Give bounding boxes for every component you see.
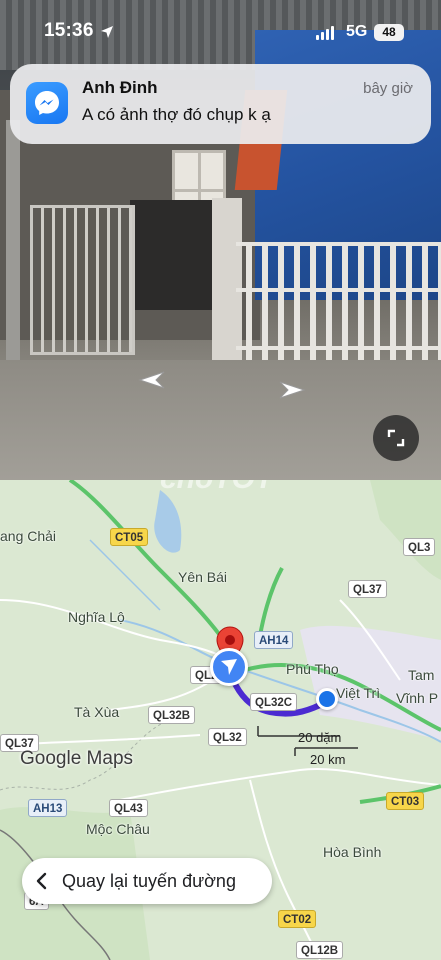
- network-type: 5G: [346, 23, 368, 40]
- messenger-icon: [26, 82, 68, 124]
- origin-marker[interactable]: [316, 688, 338, 710]
- place-phu-tho: Phú Thọ: [286, 661, 339, 677]
- navigation-arrow-icon: [210, 648, 248, 686]
- scale-metric: 20 km: [310, 752, 346, 767]
- road-shield-ql12b: QL12B: [296, 941, 344, 959]
- expand-button[interactable]: [373, 415, 419, 461]
- battery-icon: 48: [374, 24, 404, 41]
- pole: [6, 120, 20, 360]
- place-mu-cang-chai: ang Chải: [0, 528, 57, 544]
- road-shield-ct05: CT05: [110, 528, 149, 546]
- road-shield-ah13: AH13: [28, 799, 68, 817]
- place-yen-bai: Yên Bái: [178, 569, 228, 585]
- metal-gate: [30, 205, 135, 355]
- chevron-left-icon[interactable]: [134, 366, 168, 394]
- reroute-button[interactable]: Quay lại tuyến đường: [22, 858, 272, 904]
- chevron-right-icon[interactable]: [276, 376, 310, 404]
- road-shield-ql43: QL43: [109, 799, 148, 817]
- chevron-left-icon: [22, 858, 62, 904]
- notification-sender: Anh Đinh: [82, 78, 158, 97]
- road-shield-ah14: AH14: [254, 631, 294, 649]
- notification-message: A có ảnh thợ đó chụp k ạ: [82, 105, 271, 124]
- fence: [236, 242, 441, 378]
- place-hoa-binh: Hòa Bình: [323, 844, 382, 860]
- road-shield-ct03: CT03: [386, 792, 425, 810]
- scale-imperial: 20 dặm: [298, 730, 342, 745]
- status-time: 15:36: [44, 20, 94, 41]
- place-moc-chau: Mộc Châu: [86, 821, 150, 837]
- road-shield-ql32: QL32: [208, 728, 247, 746]
- signal-icon: [316, 26, 334, 40]
- location-arrow-icon: [101, 26, 113, 38]
- road-shield-ct02: CT02: [278, 910, 317, 928]
- road-shield-ql3: QL3: [403, 538, 436, 556]
- notification-time: bây giờ: [363, 80, 413, 97]
- place-ta-xua: Tà Xùa: [74, 704, 120, 720]
- road-shield-ql32b: QL32B: [148, 706, 196, 724]
- reroute-label: Quay lại tuyến đường: [62, 870, 236, 891]
- notification-banner[interactable]: Anh Đinh bây giờ A có ảnh thợ đó chụp k …: [10, 64, 431, 144]
- chotot-watermark: choTỐT: [160, 480, 273, 496]
- status-bar: 15:36 5G 48: [0, 0, 441, 62]
- expand-icon: [387, 429, 405, 447]
- place-tam-dao: Tam: [408, 667, 435, 683]
- place-vinh-phuc: Vĩnh P: [396, 690, 439, 706]
- doorway: [130, 200, 220, 310]
- place-nghia-lo: Nghĩa Lộ: [68, 609, 125, 625]
- place-viet-tri: Việt Trì: [336, 685, 381, 701]
- road-shield-ql32c: QL32C: [250, 693, 298, 711]
- road: [0, 360, 441, 480]
- road-shield-ql37-right: QL37: [348, 580, 387, 598]
- map-view[interactable]: choTỐT ang Chải Yên Bái Nghĩa Lộ Phú Thọ…: [0, 480, 441, 960]
- battery-level: 48: [382, 25, 396, 39]
- google-maps-logo: Google Maps: [20, 748, 134, 769]
